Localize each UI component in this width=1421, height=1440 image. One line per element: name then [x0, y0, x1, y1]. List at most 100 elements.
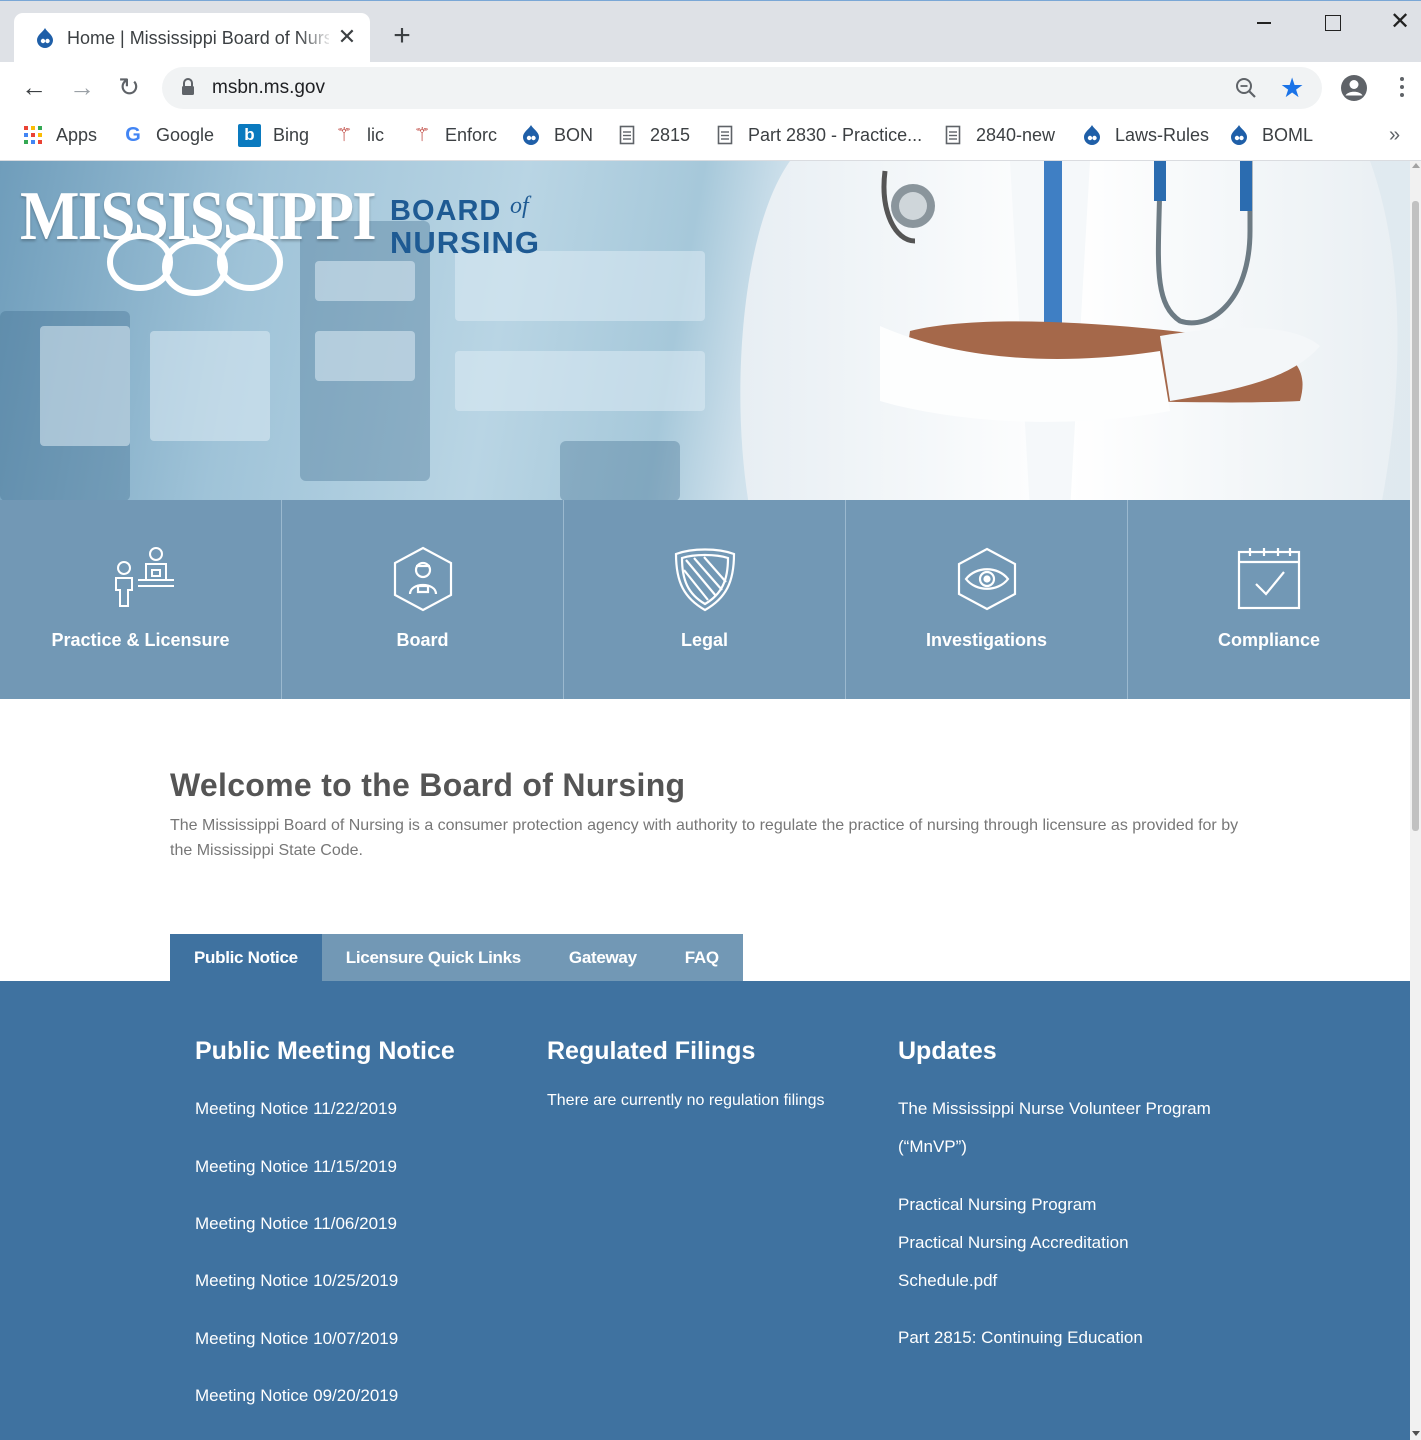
address-bar[interactable]: msbn.ms.gov ★ [162, 67, 1322, 109]
scrollbar-thumb[interactable] [1412, 201, 1419, 831]
updates-title: Updates [898, 1037, 997, 1065]
logo-rings-icon [107, 233, 283, 296]
site-logo[interactable]: MISSISSIPPI BOARD of NURSING [20, 173, 560, 313]
board-member-icon [393, 546, 453, 612]
bookmark-label: Laws-Rules [1115, 124, 1210, 145]
content-tabs: Public Notice Licensure Quick Links Gate… [170, 934, 743, 981]
update-link-mnvp[interactable]: (“MnVP”) [898, 1137, 967, 1157]
page-content: MISSISSIPPI BOARD of NURSING Practice & … [0, 161, 1410, 1440]
doctor-image [740, 161, 1398, 500]
bookmark-label: Apps [56, 124, 98, 145]
eye-icon [957, 547, 1017, 611]
browser-toolbar: ← → ↻ msbn.ms.gov ★ [0, 62, 1421, 114]
page-scrollbar[interactable] [1410, 161, 1421, 1440]
back-arrow-icon[interactable]: ← [18, 71, 50, 103]
bookmarks-bar: Apps G Google b Bing ⚚ lic ⚚ Enforc BON … [0, 114, 1421, 161]
welcome-body: The Mississippi Board of Nursing is a co… [170, 817, 1239, 859]
update-link-accreditation-schedule[interactable]: Practical Nursing Accreditation [898, 1233, 1129, 1253]
document-icon [714, 124, 736, 146]
chrome-menu-icon[interactable] [1396, 74, 1408, 102]
regulated-filings-text: There are currently no regulation filing… [547, 1092, 825, 1109]
bookmark-google[interactable]: G Google [122, 122, 214, 148]
hero-bg-shape [455, 351, 705, 411]
bookmark-apps[interactable]: Apps [22, 122, 97, 148]
tab-panel-public-notice: Public Meeting Notice Meeting Notice 11/… [0, 981, 1410, 1440]
url-text: msbn.ms.gov [212, 77, 325, 98]
tab-title-fade [299, 23, 334, 51]
bookmark-label: Enforc [445, 124, 498, 145]
caduceus-icon: ⚚ [335, 124, 353, 146]
bookmark-2840-new[interactable]: 2840-new [942, 122, 1055, 148]
bookmark-bing[interactable]: b Bing [238, 122, 309, 148]
tile-label: Legal [680, 630, 728, 650]
tile-label: Board [396, 630, 449, 650]
forward-arrow-icon[interactable]: → [66, 71, 98, 103]
bookmark-label: Part 2830 - Practice... [748, 124, 923, 145]
window-maximize-button[interactable] [1310, 7, 1354, 39]
bookmark-label: Bing [273, 124, 310, 145]
hero-banner: MISSISSIPPI BOARD of NURSING [0, 161, 1410, 500]
update-link-practical-nursing[interactable]: Practical Nursing Program [898, 1195, 1096, 1215]
tab-licensure-quick-links[interactable]: Licensure Quick Links [322, 934, 545, 981]
bookmarks-overflow-icon[interactable]: » [1389, 124, 1400, 147]
tab-public-notice[interactable]: Public Notice [170, 934, 322, 981]
zoom-icon[interactable] [1234, 76, 1258, 100]
scroll-down-icon[interactable] [1412, 1431, 1420, 1436]
bookmark-enforc[interactable]: ⚚ Enforc [411, 122, 497, 148]
meeting-notice-link[interactable]: Meeting Notice 11/06/2019 [195, 1214, 397, 1234]
bookmark-bon[interactable]: BON [520, 122, 593, 148]
tab-close-icon[interactable]: ✕ [336, 25, 358, 49]
bookmark-star-icon[interactable]: ★ [1280, 73, 1304, 103]
meeting-notice-link[interactable]: Meeting Notice 10/25/2019 [195, 1271, 398, 1291]
browser-titlebar: Home | Mississippi Board of Nursing ✕ + … [0, 0, 1421, 63]
logo-nursing: NURSING [390, 225, 540, 260]
google-icon: G [125, 123, 141, 146]
bookmark-label: 2840-new [976, 124, 1056, 145]
document-icon [616, 124, 638, 146]
apps-grid-icon [22, 124, 44, 146]
bookmark-label: lic [367, 124, 384, 145]
bookmark-part-2830[interactable]: Part 2830 - Practice... [714, 122, 922, 148]
hero-bg-shape [560, 441, 680, 500]
caduceus-icon: ⚚ [413, 124, 431, 146]
bookmark-lic[interactable]: ⚚ lic [333, 122, 384, 148]
bookmark-2815[interactable]: 2815 [616, 122, 690, 148]
profile-icon[interactable] [1340, 74, 1368, 102]
tile-investigations[interactable]: Investigations [846, 500, 1128, 699]
logo-board: BOARD [390, 195, 502, 227]
bing-icon: b [238, 123, 261, 147]
window-close-button[interactable]: ✕ [1378, 7, 1421, 39]
tile-compliance[interactable]: Compliance [1128, 500, 1410, 699]
tile-label: Compliance [1217, 630, 1321, 650]
meeting-notice-link[interactable]: Meeting Notice 11/22/2019 [195, 1099, 397, 1119]
window-minimize-button[interactable] [1242, 7, 1286, 39]
bookmark-label: Google [156, 124, 215, 145]
bookmark-boml[interactable]: BOML [1228, 122, 1313, 148]
tab-title: Home | Mississippi Board of Nursing [67, 28, 329, 48]
reload-icon[interactable]: ↻ [113, 71, 145, 103]
update-link-mnvp[interactable]: The Mississippi Nurse Volunteer Program [898, 1099, 1211, 1119]
tile-board[interactable]: Board [282, 500, 564, 699]
calendar-check-icon [1237, 548, 1301, 610]
meeting-notice-link[interactable]: Meeting Notice 11/15/2019 [195, 1157, 397, 1177]
hero-bg-shape [150, 331, 270, 441]
tile-practice-licensure[interactable]: Practice & Licensure [0, 500, 282, 699]
bookmark-label: 2815 [650, 124, 691, 145]
browser-tab[interactable]: Home | Mississippi Board of Nursing ✕ [14, 13, 370, 63]
shield-icon [674, 548, 736, 612]
hero-bg-shape [40, 326, 130, 446]
meeting-notice-link[interactable]: Meeting Notice 10/07/2019 [195, 1329, 398, 1349]
lock-icon [182, 78, 194, 95]
drupal-icon [1228, 124, 1250, 146]
tab-faq[interactable]: FAQ [661, 934, 743, 981]
bookmark-label: BON [554, 124, 594, 145]
hero-bg-shape [315, 331, 415, 381]
meeting-notice-link[interactable]: Meeting Notice 09/20/2019 [195, 1386, 398, 1406]
new-tab-button[interactable]: + [388, 21, 416, 51]
tab-gateway[interactable]: Gateway [545, 934, 661, 981]
scroll-up-icon[interactable] [1412, 163, 1420, 168]
tile-legal[interactable]: Legal [564, 500, 846, 699]
update-link-part-2815[interactable]: Part 2815: Continuing Education [898, 1328, 1143, 1348]
bookmark-laws-rules[interactable]: Laws-Rules [1081, 122, 1209, 148]
update-link-accreditation-schedule[interactable]: Schedule.pdf [898, 1271, 997, 1291]
